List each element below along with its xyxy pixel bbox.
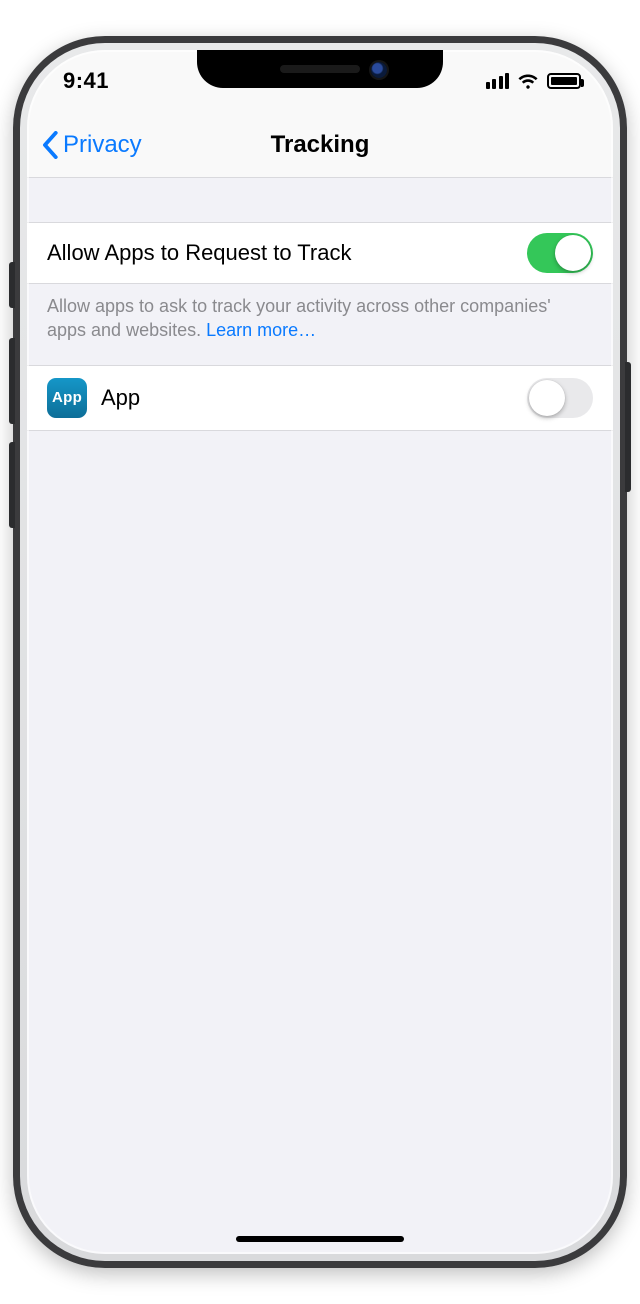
- mute-switch: [9, 262, 15, 308]
- earpiece-speaker: [280, 65, 360, 73]
- volume-down-button: [9, 442, 15, 528]
- app-tracking-row: App App: [27, 365, 613, 431]
- volume-up-button: [9, 338, 15, 424]
- navigation-bar: Privacy Tracking: [27, 112, 613, 178]
- allow-tracking-toggle[interactable]: [527, 233, 593, 273]
- notch: [197, 50, 443, 88]
- screen: 9:41: [27, 50, 613, 1254]
- allow-tracking-label: Allow Apps to Request to Track: [47, 240, 352, 266]
- status-indicators: [486, 70, 582, 92]
- toggle-knob: [555, 235, 591, 271]
- app-name-label: App: [101, 385, 140, 411]
- status-time: 9:41: [63, 68, 109, 94]
- power-button: [625, 362, 631, 492]
- chevron-left-icon: [41, 131, 59, 159]
- app-tracking-toggle[interactable]: [527, 378, 593, 418]
- allow-tracking-row: Allow Apps to Request to Track: [27, 222, 613, 284]
- section-spacer: [27, 178, 613, 222]
- front-camera: [371, 62, 387, 78]
- wifi-icon: [517, 70, 539, 92]
- back-button[interactable]: Privacy: [41, 131, 142, 159]
- cellular-signal-icon: [486, 73, 510, 89]
- toggle-knob: [529, 380, 565, 416]
- app-icon: App: [47, 378, 87, 418]
- back-label: Privacy: [63, 131, 142, 159]
- page-title: Tracking: [271, 131, 370, 159]
- learn-more-link[interactable]: Learn more…: [206, 320, 316, 340]
- settings-content: Allow Apps to Request to Track Allow app…: [27, 178, 613, 431]
- battery-icon: [547, 73, 581, 89]
- allow-tracking-footer: Allow apps to ask to track your activity…: [27, 284, 613, 365]
- iphone-device-frame: 9:41: [13, 36, 627, 1268]
- home-indicator[interactable]: [236, 1236, 404, 1242]
